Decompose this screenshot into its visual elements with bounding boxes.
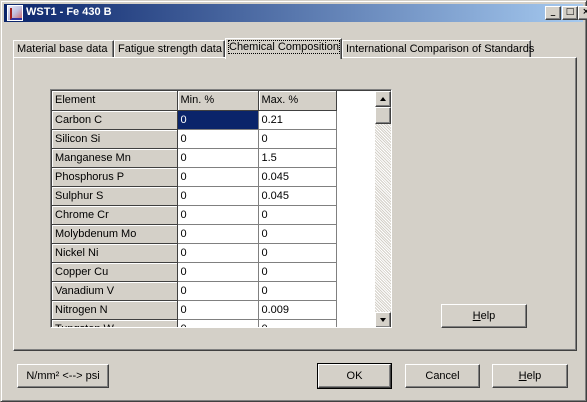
scroll-up-button[interactable] bbox=[375, 91, 391, 107]
min-cell[interactable]: 0 bbox=[177, 167, 259, 187]
row-header[interactable]: Phosphorus P bbox=[52, 167, 178, 187]
min-cell[interactable]: 0 bbox=[177, 129, 259, 149]
app-icon[interactable] bbox=[7, 5, 23, 21]
row-header[interactable]: Tungsten W bbox=[52, 319, 178, 327]
empty-cell bbox=[336, 300, 375, 319]
column-header-max[interactable]: Max. % bbox=[258, 91, 337, 111]
maximize-button[interactable]: □ bbox=[562, 6, 578, 20]
row-header[interactable]: Chrome Cr bbox=[52, 205, 178, 225]
empty-cell bbox=[336, 186, 375, 205]
empty-cell bbox=[336, 148, 375, 167]
min-cell[interactable]: 0 bbox=[177, 186, 259, 206]
table-row: Vanadium V 0 0 bbox=[52, 281, 375, 301]
ok-button[interactable]: OK bbox=[317, 363, 392, 389]
composition-table: Element Min. % Max. % Carbon C 0 0.21 Si bbox=[52, 91, 375, 327]
scroll-thumb[interactable] bbox=[375, 107, 391, 124]
empty-area bbox=[336, 91, 375, 110]
table-row: Tungsten W 0 0 bbox=[52, 319, 375, 327]
row-header[interactable]: Molybdenum Mo bbox=[52, 224, 178, 244]
title-bar[interactable]: WST1 - Fe 430 B _ □ × bbox=[4, 4, 587, 22]
tab-material-base-data[interactable]: Material base data bbox=[13, 40, 114, 58]
row-header[interactable]: Copper Cu bbox=[52, 262, 178, 282]
max-cell[interactable]: 0 bbox=[258, 319, 337, 327]
help-button[interactable]: Help bbox=[492, 364, 568, 388]
min-cell[interactable]: 0 bbox=[177, 148, 259, 168]
row-header[interactable]: Nitrogen N bbox=[52, 300, 178, 320]
row-header[interactable]: Sulphur S bbox=[52, 186, 178, 206]
tab-international-comparison[interactable]: International Comparison of Standards bbox=[342, 40, 535, 58]
min-cell[interactable]: 0 bbox=[177, 110, 259, 130]
table-row: Copper Cu 0 0 bbox=[52, 262, 375, 282]
help-label-suffix: elp bbox=[526, 370, 542, 382]
empty-cell bbox=[336, 167, 375, 186]
table-row: Nitrogen N 0 0.009 bbox=[52, 300, 375, 320]
close-button[interactable]: × bbox=[578, 6, 587, 20]
panel-help-button[interactable]: Help bbox=[441, 304, 527, 328]
table-row: Silicon Si 0 0 bbox=[52, 129, 375, 149]
empty-cell bbox=[336, 129, 375, 148]
empty-cell bbox=[336, 110, 375, 129]
min-cell[interactable]: 0 bbox=[177, 300, 259, 320]
table-row: Chrome Cr 0 0 bbox=[52, 205, 375, 225]
header-row: Element Min. % Max. % bbox=[52, 91, 375, 111]
min-cell[interactable]: 0 bbox=[177, 224, 259, 244]
max-cell[interactable]: 0 bbox=[258, 224, 337, 244]
scroll-down-button[interactable] bbox=[375, 312, 391, 327]
cancel-button[interactable]: Cancel bbox=[405, 364, 480, 388]
help-label-suffix: elp bbox=[480, 310, 496, 322]
empty-cell bbox=[336, 224, 375, 243]
tab-label: Material base data bbox=[17, 43, 108, 55]
row-header[interactable]: Vanadium V bbox=[52, 281, 178, 301]
arrow-up-icon bbox=[380, 97, 386, 101]
empty-cell bbox=[336, 205, 375, 224]
grid-viewport: Element Min. % Max. % Carbon C 0 0.21 Si bbox=[51, 90, 391, 327]
max-cell[interactable]: 0 bbox=[258, 262, 337, 282]
table-row: Nickel Ni 0 0 bbox=[52, 243, 375, 263]
table-row: Carbon C 0 0.21 bbox=[52, 110, 375, 130]
row-header[interactable]: Silicon Si bbox=[52, 129, 178, 149]
table-row: Manganese Mn 0 1.5 bbox=[52, 148, 375, 168]
window-title: WST1 - Fe 430 B bbox=[26, 6, 112, 18]
min-cell[interactable]: 0 bbox=[177, 205, 259, 225]
tab-label: International Comparison of Standards bbox=[346, 43, 535, 55]
min-cell[interactable]: 0 bbox=[177, 243, 259, 263]
table-row: Phosphorus P 0 0.045 bbox=[52, 167, 375, 187]
min-cell[interactable]: 0 bbox=[177, 281, 259, 301]
min-cell[interactable]: 0 bbox=[177, 262, 259, 282]
empty-cell bbox=[336, 319, 375, 327]
max-cell[interactable]: 0.045 bbox=[258, 186, 337, 206]
help-label-mnemonic: H bbox=[472, 310, 481, 322]
empty-cell bbox=[336, 262, 375, 281]
max-cell[interactable]: 0 bbox=[258, 205, 337, 225]
max-cell[interactable]: 0 bbox=[258, 281, 337, 301]
arrow-down-icon bbox=[380, 318, 386, 322]
empty-cell bbox=[336, 281, 375, 300]
max-cell[interactable]: 1.5 bbox=[258, 148, 337, 168]
vertical-scrollbar[interactable] bbox=[375, 91, 391, 327]
max-cell[interactable]: 0 bbox=[258, 129, 337, 149]
row-header[interactable]: Manganese Mn bbox=[52, 148, 178, 168]
column-header-element[interactable]: Element bbox=[52, 91, 178, 111]
tab-fatigue-strength-data[interactable]: Fatigue strength data bbox=[114, 40, 225, 58]
row-header[interactable]: Nickel Ni bbox=[52, 243, 178, 263]
column-header-min[interactable]: Min. % bbox=[177, 91, 259, 111]
max-cell[interactable]: 0.21 bbox=[258, 110, 337, 130]
minimize-button[interactable]: _ bbox=[545, 6, 561, 20]
max-cell[interactable]: 0.009 bbox=[258, 300, 337, 320]
min-cell[interactable]: 0 bbox=[177, 319, 259, 327]
empty-cell bbox=[336, 243, 375, 262]
composition-grid[interactable]: Element Min. % Max. % Carbon C 0 0.21 Si bbox=[50, 89, 392, 328]
help-label-mnemonic: H bbox=[518, 370, 527, 382]
max-cell[interactable]: 0 bbox=[258, 243, 337, 263]
main-window: WST1 - Fe 430 B _ □ × Material base data… bbox=[0, 0, 587, 402]
tab-label: Chemical Composition bbox=[227, 40, 341, 54]
table-row: Molybdenum Mo 0 0 bbox=[52, 224, 375, 244]
row-header[interactable]: Carbon C bbox=[52, 110, 178, 130]
unit-toggle-button[interactable]: N/mm² <--> psi bbox=[17, 364, 109, 388]
max-cell[interactable]: 0.045 bbox=[258, 167, 337, 187]
tab-chemical-composition[interactable]: Chemical Composition bbox=[225, 38, 342, 59]
tab-label: Fatigue strength data bbox=[118, 43, 222, 55]
table-row: Sulphur S 0 0.045 bbox=[52, 186, 375, 206]
